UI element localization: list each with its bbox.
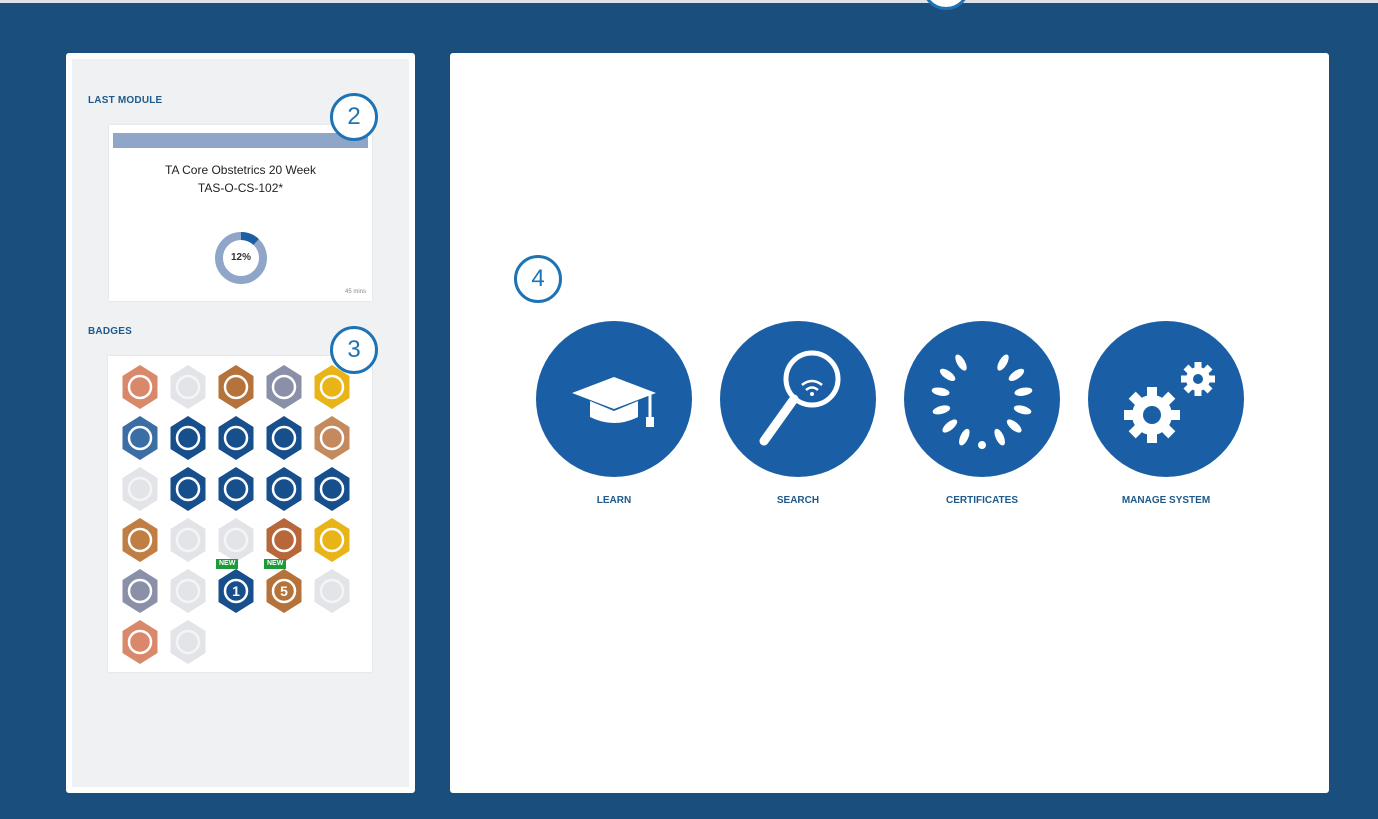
laurel-wreath-icon <box>904 321 1060 477</box>
cloud-upload-badge-icon[interactable] <box>120 619 160 665</box>
trophy-badge-icon[interactable] <box>168 517 208 563</box>
open-book-badge-icon[interactable] <box>216 364 256 410</box>
module-title-line1: TA Core Obstetrics 20 Week <box>165 163 316 177</box>
search-tile[interactable]: SEARCH <box>718 321 878 511</box>
last-module-card[interactable]: TA Core Obstetrics 20 Week TAS-O-CS-102*… <box>109 125 372 301</box>
manage-system-tile[interactable]: MANAGE SYSTEM <box>1086 321 1246 511</box>
stopwatch-badge-icon[interactable] <box>264 415 304 461</box>
laurel-badge-icon[interactable]: 1 NEW <box>216 559 256 614</box>
medal-badge-icon[interactable] <box>264 466 304 512</box>
certificate-badge-icon[interactable] <box>120 364 160 410</box>
graduation-cap-badge-icon[interactable] <box>216 517 256 563</box>
module-code: TAS-O-CS-102* <box>197 181 284 195</box>
learn-label: LEARN <box>596 495 632 506</box>
sidebar-panel: LAST MODULE TA Core Obstetrics 20 Week T… <box>66 53 415 793</box>
certificate-badge-icon[interactable] <box>168 364 208 410</box>
callout-marker-2: 2 <box>330 93 378 141</box>
certificates-tile[interactable]: CERTIFICATES <box>902 321 1062 511</box>
main-panel: 4 LEARN SEARCH CERTIFICATES MANAGE SYSTE… <box>450 53 1329 793</box>
new-tag: NEW <box>216 559 239 569</box>
svg-text:5: 5 <box>280 583 288 599</box>
badges-heading: BADGES <box>88 326 132 337</box>
laurel-badge-icon[interactable]: 5 NEW <box>264 559 304 614</box>
last-module-heading: LAST MODULE <box>88 95 163 106</box>
graduation-cap-icon <box>536 321 692 477</box>
trophy-badge-icon[interactable] <box>120 517 160 563</box>
certificates-label: CERTIFICATES <box>945 495 1019 506</box>
stopwatch-badge-icon[interactable] <box>168 415 208 461</box>
medal-badge-icon[interactable] <box>312 466 352 512</box>
search-label: SEARCH <box>776 495 820 506</box>
new-tag: NEW <box>264 559 287 569</box>
stopwatch-badge-icon[interactable] <box>120 466 160 512</box>
svg-text:1: 1 <box>232 583 240 599</box>
stopwatch-badge-icon[interactable] <box>216 415 256 461</box>
owl-badge-icon[interactable] <box>120 415 160 461</box>
gears-icon <box>1088 321 1244 477</box>
sidebar-inner: LAST MODULE TA Core Obstetrics 20 Week T… <box>72 59 409 787</box>
learn-tile[interactable]: LEARN <box>534 321 694 511</box>
magnifying-glass-icon <box>720 321 876 477</box>
manage-system-label: MANAGE SYSTEM <box>1121 495 1211 506</box>
cloud-signal-badge-icon[interactable] <box>312 517 352 563</box>
module-duration: 45 mins <box>344 289 366 295</box>
medal-badge-icon[interactable] <box>168 466 208 512</box>
callout-marker-1 <box>922 0 970 10</box>
callout-marker-3: 3 <box>330 326 378 374</box>
cloud-signal-badge-icon[interactable] <box>264 517 304 563</box>
top-strip <box>0 0 1378 3</box>
cloud-signal-badge-icon[interactable] <box>120 568 160 614</box>
book-stack-badge-icon[interactable] <box>264 364 304 410</box>
module-title: TA Core Obstetrics 20 Week TAS-O-CS-102* <box>109 161 372 197</box>
cloud-signal-badge-icon[interactable] <box>168 568 208 614</box>
stopwatch-badge-icon[interactable] <box>312 415 352 461</box>
badges-grid: 1 NEW 5 NEW <box>108 356 372 672</box>
callout-marker-4: 4 <box>514 255 562 303</box>
progress-percent: 12% <box>230 252 251 263</box>
module-header-bar <box>113 133 368 148</box>
medal-badge-icon[interactable] <box>216 466 256 512</box>
laurel-badge-icon[interactable] <box>312 568 352 614</box>
cloud-upload-badge-icon[interactable] <box>168 619 208 665</box>
